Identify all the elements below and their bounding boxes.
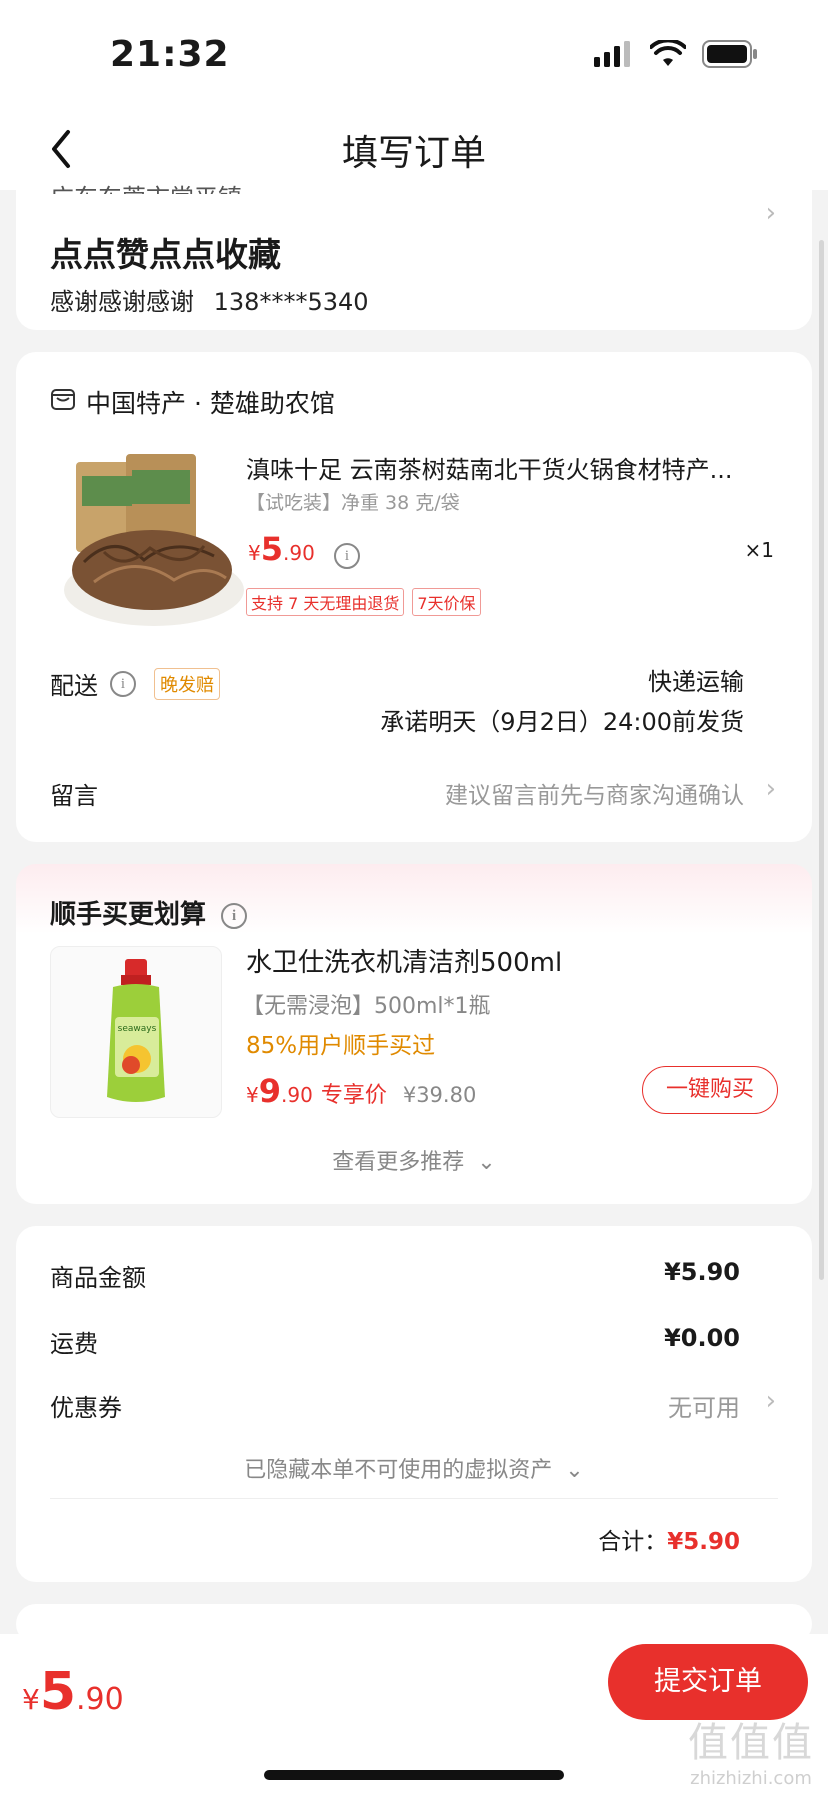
goods-amount-row: 商品金额 ¥5.90 <box>50 1258 740 1293</box>
hidden-assets-toggle[interactable]: 已隐藏本单不可使用的虚拟资产 ⌄ <box>16 1452 812 1484</box>
signal-icon <box>594 41 630 67</box>
freight-label: 运费 <box>50 1330 98 1358</box>
delivery-method: 快递运输 <box>648 668 744 696</box>
address-recipient-name: 点点赞点点收藏 <box>50 235 281 274</box>
recommend-product-image[interactable]: seaways <box>50 946 222 1118</box>
chevron-right-icon: › <box>765 774 776 804</box>
scrollbar[interactable] <box>819 240 824 1280</box>
coupon-row[interactable]: 优惠券 无可用 <box>50 1388 740 1423</box>
one-click-buy-button[interactable]: 一键购买 <box>642 1066 778 1114</box>
contact-name: 感谢感谢感谢 <box>50 288 194 316</box>
delivery-info-icon[interactable]: i <box>110 670 136 697</box>
price-integer: 5 <box>260 530 283 568</box>
freight-row: 运费 ¥0.00 <box>50 1324 740 1359</box>
freight-value: ¥0.00 <box>664 1324 740 1352</box>
bottom-bar: ¥5.90 提交订单 值值值 zhizhizhi.com <box>0 1634 828 1795</box>
product-image[interactable] <box>54 452 248 632</box>
bottom-price-integer: 5 <box>39 1662 77 1722</box>
shop-card: 中国特产 · 楚雄助农馆 滇味十足 云南茶树菇南北干货火锅食材特产... 【试吃… <box>16 352 812 842</box>
summary-card: 商品金额 ¥5.90 运费 ¥0.00 优惠券 无可用 › 已隐藏本单不可使用的… <box>16 1226 812 1582</box>
watermark-url: zhizhizhi.com <box>690 1768 812 1789</box>
price-currency: ¥ <box>248 541 261 565</box>
product-spec: 【试吃装】净重 38 克/袋 <box>246 492 460 514</box>
chevron-right-icon: › <box>765 198 776 228</box>
goods-amount-value: ¥5.90 <box>664 1258 740 1286</box>
rec-price-currency: ¥ <box>246 1083 259 1107</box>
recommend-info-icon[interactable]: i <box>221 902 248 929</box>
contact-phone: 138****5340 <box>213 288 369 316</box>
home-indicator <box>264 1770 564 1780</box>
original-price: ¥39.80 <box>402 1083 477 1107</box>
bottom-price-decimal: .90 <box>76 1682 124 1717</box>
recommend-title: 顺手买更划算 i <box>50 894 248 931</box>
product-title[interactable]: 滇味十足 云南茶树菇南北干货火锅食材特产... <box>246 450 786 485</box>
submit-order-button[interactable]: 提交订单 <box>608 1644 808 1720</box>
recommend-percent: 85%用户顺手买过 <box>246 1033 436 1059</box>
recommend-product-spec: 【无需浸泡】500ml*1瓶 <box>242 994 491 1019</box>
wifi-icon <box>650 40 686 66</box>
product-price: ¥5.90 i <box>248 530 360 569</box>
shop-icon <box>51 389 75 410</box>
detergent-bottle-icon: seaways <box>107 959 165 1102</box>
total-row: 合计：¥5.90 <box>598 1522 740 1556</box>
shop-name[interactable]: 中国特产 · 楚雄助农馆 <box>86 384 335 420</box>
bottle-brand-label: seaways <box>118 1024 157 1034</box>
chevron-right-icon: › <box>765 1386 776 1416</box>
message-label: 留言 <box>50 782 98 810</box>
bottom-price: ¥5.90 <box>22 1662 124 1722</box>
rec-price-integer: 9 <box>258 1072 281 1110</box>
watermark-logo: 值值值 <box>688 1720 814 1766</box>
more-recommend-text: 查看更多推荐 <box>332 1150 465 1175</box>
message-input[interactable]: 建议留言前先与商家沟通确认 <box>445 776 744 810</box>
address-card[interactable]: 广东东莞市常平镇 点点赞点点收藏 感谢感谢感谢 138****5340 › <box>16 170 812 330</box>
chevron-down-icon: ⌄ <box>477 1150 496 1175</box>
battery-icon <box>702 40 757 68</box>
total-label: 合计： <box>598 1529 668 1555</box>
product-quantity: ×1 <box>744 538 774 562</box>
total-value: ¥5.90 <box>667 1529 740 1555</box>
price-info-icon[interactable]: i <box>333 542 360 569</box>
bottom-price-currency: ¥ <box>22 1683 40 1716</box>
late-compensation-tag: 晚发赔 <box>154 667 220 700</box>
goods-amount-label: 商品金额 <box>50 1264 146 1292</box>
rec-price-decimal: .90 <box>281 1083 313 1107</box>
price-decimal: .90 <box>283 541 315 565</box>
page-title: 填写订单 <box>341 133 486 174</box>
status-time: 21:32 <box>110 34 230 75</box>
tag-return: 支持 7 天无理由退货 <box>246 588 405 616</box>
delivery-label: 配送 <box>50 672 98 700</box>
delivery-label-wrap: 配送 i 晚发赔 <box>50 666 220 701</box>
product-tags: 支持 7 天无理由退货 7天价保 <box>246 588 481 616</box>
address-contact: 感谢感谢感谢 138****5340 <box>50 282 369 317</box>
address-location: 广东东莞市常平镇 <box>50 178 242 194</box>
status-icons <box>594 40 758 68</box>
status-bar: 21:32 <box>0 0 828 110</box>
delivery-promise: 承诺明天（9月2日）24:00前发货 <box>380 708 744 736</box>
hidden-assets-text: 已隐藏本单不可使用的虚拟资产 <box>244 1458 553 1483</box>
exclusive-price-label: 专享价 <box>320 1083 387 1108</box>
coupon-label: 优惠券 <box>50 1394 122 1422</box>
more-recommend-link[interactable]: 查看更多推荐 ⌄ <box>16 1144 812 1176</box>
recommend-price: ¥9.90 专享价 ¥39.80 <box>246 1072 476 1110</box>
recommend-card: 顺手买更划算 i seaways 水卫仕洗衣机清洁剂500ml 【无需浸泡】50… <box>16 864 812 1204</box>
recommend-product-name[interactable]: 水卫仕洗衣机清洁剂500ml <box>246 942 562 979</box>
recommend-title-text: 顺手买更划算 <box>50 900 207 930</box>
divider <box>50 1498 778 1499</box>
coupon-value: 无可用 <box>668 1394 740 1422</box>
tag-price-protect: 7天价保 <box>412 588 481 616</box>
watermark: 值值值 zhizhizhi.com <box>688 1710 814 1789</box>
chevron-down-icon: ⌄ <box>565 1458 584 1483</box>
